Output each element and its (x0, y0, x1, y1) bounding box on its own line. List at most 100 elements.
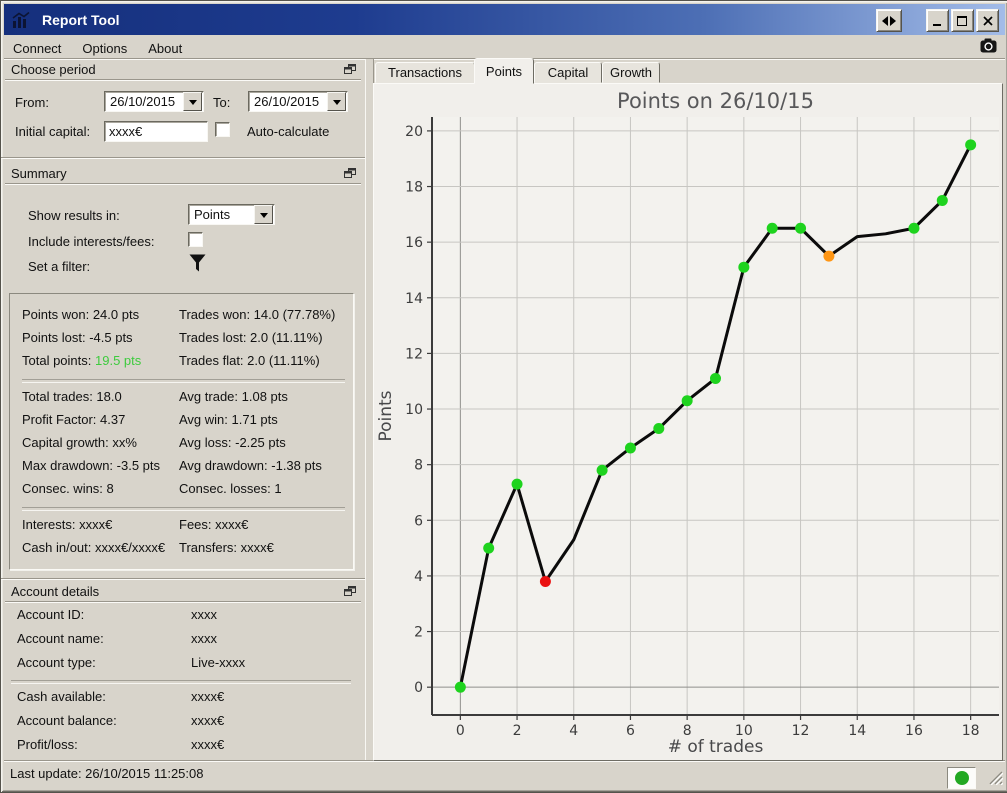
stats-separator (22, 379, 345, 383)
svg-text:4: 4 (569, 723, 578, 739)
separator (5, 601, 361, 603)
pane-separator (1, 157, 365, 159)
auto-calculate-checkbox[interactable] (215, 122, 230, 137)
close-button[interactable] (976, 9, 999, 32)
show-results-value: Points (189, 207, 254, 222)
to-label: To: (213, 95, 230, 110)
svg-text:14: 14 (405, 291, 423, 307)
svg-text:4: 4 (414, 569, 423, 585)
choose-period-title: Choose period (11, 62, 96, 77)
initial-capital-input[interactable] (104, 121, 208, 142)
svg-text:2: 2 (414, 625, 423, 641)
stats-row: Cash in/out: xxxx€/xxxx€Transfers: xxxx€ (22, 539, 353, 562)
menu-bar: Connect Options About (5, 38, 1004, 58)
title-bar[interactable]: Report Tool (4, 4, 1005, 35)
account-row: Cash available:xxxx€ (1, 688, 361, 712)
account-details-title: Account details (11, 584, 99, 599)
resize-button[interactable] (876, 9, 902, 32)
include-fees-checkbox[interactable] (188, 232, 203, 247)
tab-capital[interactable]: Capital (534, 62, 602, 83)
connection-status-led-icon (955, 771, 969, 785)
svg-text:0: 0 (414, 680, 423, 696)
pane-separator (1, 578, 365, 580)
resize-grip[interactable] (986, 768, 1003, 788)
include-fees-label: Include interests/fees: (28, 234, 154, 249)
stats-row: Profit Factor: 4.37Avg win: 1.71 pts (22, 411, 353, 434)
svg-text:6: 6 (414, 513, 423, 529)
svg-text:12: 12 (405, 346, 423, 362)
app-icon (10, 10, 32, 30)
svg-text:0: 0 (456, 723, 465, 739)
stats-row: Interests: xxxx€Fees: xxxx€ (22, 516, 353, 539)
from-date-value: 26/10/2015 (105, 94, 183, 109)
filter-funnel-icon[interactable] (189, 254, 206, 277)
report-tool-window: Report Tool Connect Options About (0, 0, 1007, 793)
maximize-icon (957, 16, 968, 26)
from-label: From: (15, 95, 49, 110)
svg-text:20: 20 (405, 124, 423, 140)
show-results-combobox[interactable]: Points (188, 204, 275, 225)
minimize-button[interactable] (926, 9, 949, 32)
screenshot-camera-icon[interactable] (980, 38, 998, 56)
from-date-combobox[interactable]: 26/10/2015 (104, 91, 204, 112)
stats-row: Max drawdown: -3.5 ptsAvg drawdown: -1.3… (22, 457, 353, 480)
last-update-status: Last update: 26/10/2015 11:25:08 (10, 766, 203, 781)
svg-text:Points: Points (376, 390, 396, 441)
stats-row: Points lost: -4.5 ptsTrades lost: 2.0 (1… (22, 329, 353, 352)
chevron-down-icon[interactable] (327, 92, 346, 111)
stats-row: Total points: 19.5 ptsTrades flat: 2.0 (… (22, 352, 353, 375)
show-results-label: Show results in: (28, 208, 120, 223)
svg-text:6: 6 (626, 723, 635, 739)
chevron-down-icon[interactable] (254, 205, 273, 224)
svg-text:16: 16 (405, 235, 423, 251)
to-date-combobox[interactable]: 26/10/2015 (248, 91, 348, 112)
tab-growth[interactable]: Growth (602, 62, 660, 83)
connection-status-box (947, 767, 976, 789)
window-title: Report Tool (42, 12, 120, 28)
float-pane-icon[interactable] (344, 167, 356, 182)
svg-text:8: 8 (414, 458, 423, 474)
stats-row: Points won: 24.0 ptsTrades won: 14.0 (77… (22, 306, 353, 329)
account-separator (11, 680, 351, 684)
account-row: Profit/loss:xxxx€ (1, 736, 361, 760)
set-filter-label: Set a filter: (28, 259, 90, 274)
account-row: Account ID:xxxx (1, 606, 361, 630)
points-chart: 02468101214161802468101214161820Points o… (374, 84, 1002, 760)
svg-text:# of trades: # of trades (668, 737, 764, 757)
auto-calculate-label: Auto-calculate (247, 124, 329, 139)
close-icon (983, 16, 993, 26)
separator (5, 79, 361, 81)
float-pane-icon[interactable] (344, 585, 356, 600)
menu-options[interactable]: Options (74, 39, 135, 58)
svg-text:16: 16 (905, 723, 923, 739)
float-pane-icon[interactable] (344, 63, 356, 78)
tab-transactions[interactable]: Transactions (375, 62, 475, 83)
menu-about[interactable]: About (140, 39, 190, 58)
menu-connect[interactable]: Connect (5, 39, 69, 58)
summary-header: Summary (9, 166, 358, 182)
maximize-button[interactable] (951, 9, 974, 32)
svg-text:2: 2 (513, 723, 522, 739)
account-row: Account type:Live-xxxx (1, 654, 361, 678)
stats-row: Total trades: 18.0Avg trade: 1.08 pts (22, 388, 353, 411)
account-row: Account name:xxxx (1, 630, 361, 654)
svg-text:10: 10 (405, 402, 423, 418)
choose-period-header: Choose period (9, 62, 358, 78)
svg-text:14: 14 (848, 723, 866, 739)
total-points-value: 19.5 pts (95, 353, 141, 368)
account-row: Account balance:xxxx€ (1, 712, 361, 736)
svg-text:Points on 26/10/15: Points on 26/10/15 (617, 89, 814, 113)
svg-text:12: 12 (792, 723, 810, 739)
account-rows: Account ID:xxxxAccount name:xxxxAccount … (1, 606, 361, 760)
separator (5, 183, 361, 185)
account-details-header: Account details (9, 584, 358, 600)
svg-text:18: 18 (962, 723, 980, 739)
tab-points[interactable]: Points (474, 58, 534, 84)
points-tab-page: 02468101214161802468101214161820Points o… (373, 83, 1003, 761)
stats-box: Points won: 24.0 ptsTrades won: 14.0 (77… (9, 293, 354, 570)
horizontal-resize-icon (882, 16, 896, 26)
svg-text:18: 18 (405, 180, 423, 196)
initial-capital-label: Initial capital: (15, 124, 90, 139)
chevron-down-icon[interactable] (183, 92, 202, 111)
minimize-icon (933, 16, 942, 26)
